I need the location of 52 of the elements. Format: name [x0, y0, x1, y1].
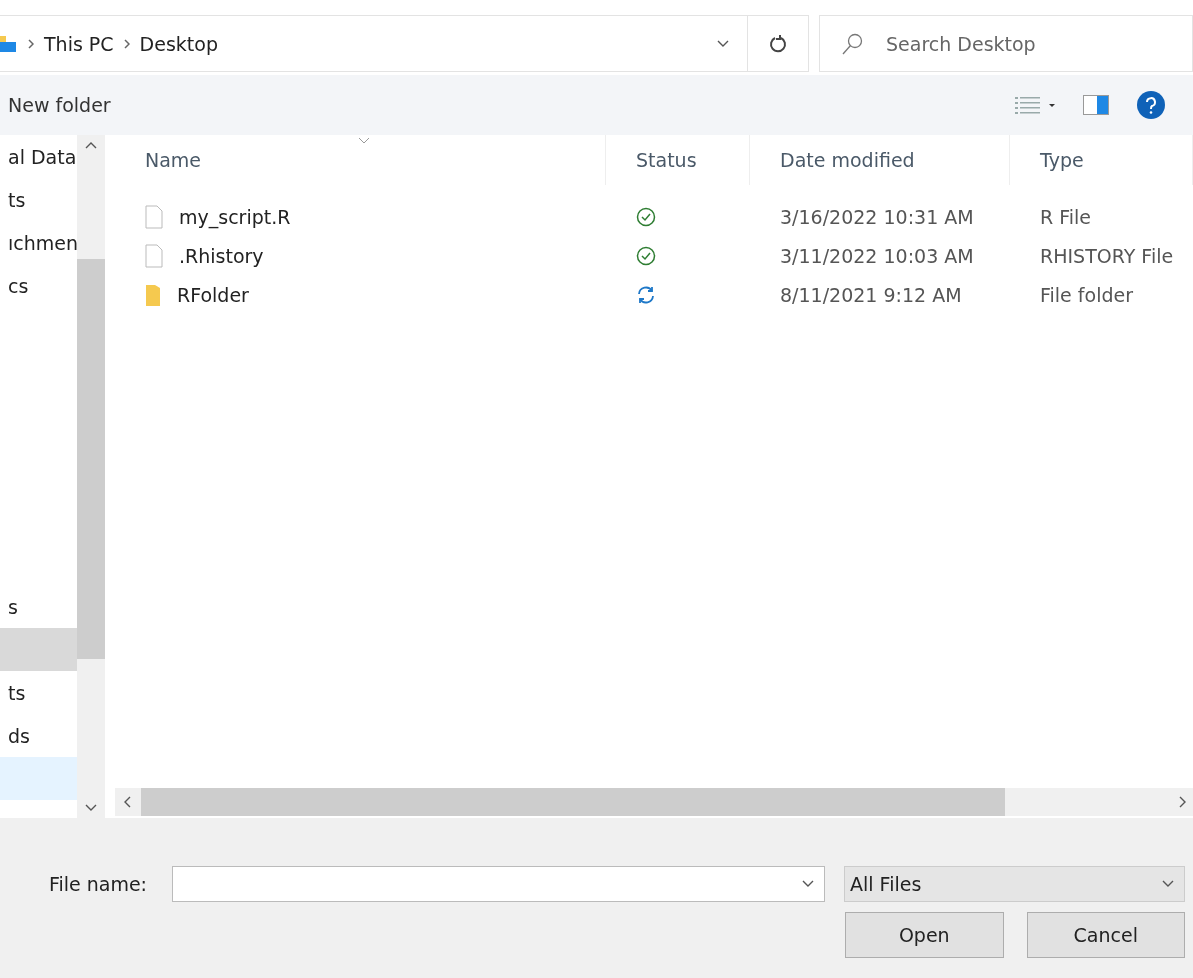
sidebar-item[interactable]: cs [0, 264, 77, 307]
column-header[interactable]: Type [1010, 135, 1193, 185]
file-icon [145, 204, 163, 229]
scroll-right-icon[interactable] [1179, 796, 1187, 808]
date-cell-text: 3/16/2022 10:31 AM [779, 205, 975, 228]
dialog-button[interactable]: Open [845, 912, 1004, 958]
column-header[interactable]: Date modified [750, 135, 1010, 185]
folder-icon [0, 33, 18, 54]
scrollbar-thumb[interactable] [141, 788, 1005, 816]
horizontal-scrollbar[interactable] [115, 788, 1193, 816]
refresh-icon[interactable] [769, 33, 787, 54]
search-input[interactable]: Search Desktop [884, 31, 1168, 56]
sidebar-item[interactable]: al Data [0, 135, 77, 178]
file-icon [145, 243, 163, 268]
column-header[interactable]: Status [606, 135, 750, 185]
scroll-up-icon[interactable] [85, 141, 97, 149]
file-name[interactable]: RFolder [177, 283, 249, 306]
dialog-button[interactable]: Cancel [1026, 912, 1185, 958]
chevron-icon [123, 38, 130, 49]
sort-caret-icon [358, 137, 370, 144]
file-name-label: File name: [47, 873, 148, 895]
refresh-button[interactable] [748, 15, 809, 72]
date-cell-text: 8/11/2021 9:12 AM [779, 283, 963, 306]
sidebar-item[interactable]: ts [0, 671, 77, 714]
new-folder-button[interactable]: New folder [8, 94, 111, 116]
dropdown-icon[interactable] [717, 39, 729, 48]
help-icon[interactable] [1137, 91, 1165, 119]
file-name[interactable]: my_script.R [179, 205, 291, 228]
file-type-dropdown[interactable]: All Files [844, 866, 1185, 902]
dropdown-icon[interactable] [802, 880, 814, 888]
scroll-left-icon[interactable] [123, 796, 131, 808]
folder-icon [145, 282, 161, 307]
type-cell-text: R File [1039, 205, 1093, 228]
date-cell-text: 3/11/2022 10:03 AM [779, 244, 975, 267]
breadcrumb[interactable]: This PC [44, 32, 114, 55]
preview-pane-icon[interactable] [1083, 95, 1109, 115]
column-header[interactable]: Name [115, 135, 606, 185]
dropdown-icon[interactable] [1162, 880, 1174, 888]
search-icon [842, 32, 864, 55]
scroll-down-icon[interactable] [85, 804, 97, 812]
breadcrumb[interactable]: Desktop [139, 32, 218, 55]
scrollbar-thumb[interactable] [77, 259, 105, 659]
type-cell-text: File folder [1039, 283, 1134, 306]
sidebar-item[interactable]: s [0, 585, 77, 628]
chevron-icon [28, 38, 34, 49]
search-field[interactable]: Search Desktop [819, 15, 1193, 72]
sidebar-item[interactable]: ıchmen [0, 221, 77, 264]
type-cell-text: RHISTORY File [1039, 244, 1175, 267]
vertical-scrollbar[interactable] [77, 135, 105, 818]
sidebar-item[interactable]: ts [0, 178, 77, 221]
file-name[interactable]: .Rhistory [179, 244, 264, 267]
sidebar-item[interactable]: ds [0, 714, 77, 757]
